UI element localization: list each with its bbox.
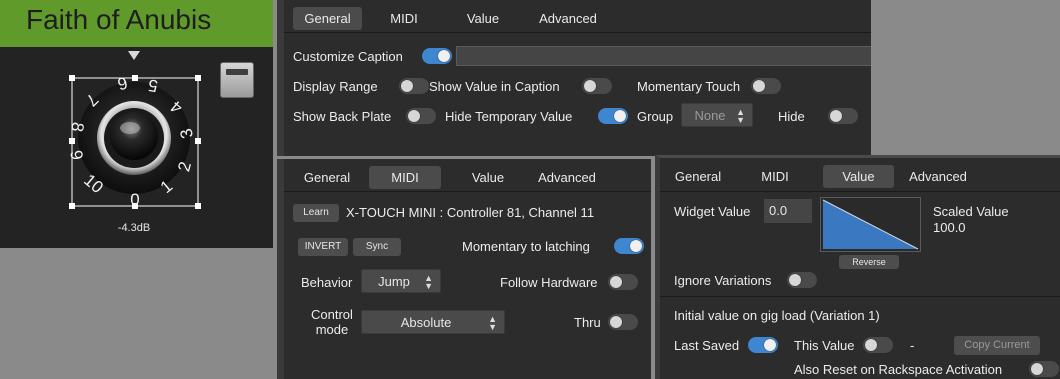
invert-button[interactable]: INVERT bbox=[298, 238, 348, 256]
copy-current-button[interactable]: Copy Current bbox=[954, 336, 1040, 355]
knob-caption: Faith of Anubis bbox=[26, 4, 212, 35]
knob-value-readout: -4.3dB bbox=[117, 222, 151, 234]
tab-value[interactable]: Value bbox=[462, 166, 514, 189]
control-mode-label: Control mode bbox=[311, 307, 353, 337]
control-mode-label-line1: Control bbox=[311, 307, 353, 322]
general-properties-panel: General MIDI Value Advanced Customize Ca… bbox=[277, 0, 871, 156]
updown-arrows-icon: ▲ ▼ bbox=[736, 107, 745, 125]
tab-advanced[interactable]: Advanced bbox=[905, 165, 971, 188]
tab-midi[interactable]: MIDI bbox=[755, 165, 795, 188]
reverse-button[interactable]: Reverse bbox=[839, 255, 899, 269]
knob-cap bbox=[110, 112, 158, 160]
tab-general[interactable]: General bbox=[300, 166, 354, 189]
display-range-label: Display Range bbox=[293, 79, 378, 94]
tab-bar: General MIDI Value Advanced bbox=[284, 159, 651, 192]
behavior-dropdown-value: Jump bbox=[378, 274, 410, 289]
momentary-touch-toggle[interactable] bbox=[751, 78, 781, 94]
tab-advanced[interactable]: Advanced bbox=[535, 7, 601, 30]
scale-label-0: 0 bbox=[130, 190, 139, 209]
show-back-plate-toggle[interactable] bbox=[406, 108, 436, 124]
initial-value-label: Initial value on gig load (Variation 1) bbox=[674, 308, 880, 323]
also-reset-toggle[interactable] bbox=[1029, 361, 1059, 377]
midi-properties-panel: General MIDI Value Advanced Learn X-TOUC… bbox=[277, 159, 651, 379]
value-properties-panel: General MIDI Value Advanced Widget Value… bbox=[655, 155, 1060, 379]
control-mode-dropdown-value: Absolute bbox=[400, 315, 452, 330]
tab-midi[interactable]: MIDI bbox=[369, 166, 441, 189]
control-mode-label-line2: mode bbox=[315, 322, 349, 337]
sync-button[interactable]: Sync bbox=[353, 238, 401, 256]
widget-value-field[interactable]: 0.0 bbox=[764, 199, 812, 223]
group-label: Group bbox=[637, 109, 674, 124]
momentary-touch-label: Momentary Touch bbox=[637, 79, 741, 94]
this-value-display: - bbox=[910, 338, 915, 353]
tab-advanced[interactable]: Advanced bbox=[534, 166, 600, 189]
scale-label-1: 1 bbox=[157, 176, 176, 197]
widget-value-label: Widget Value bbox=[674, 204, 751, 219]
hide-temporary-value-toggle[interactable] bbox=[598, 108, 628, 124]
group-dropdown-value: None bbox=[694, 108, 726, 123]
scaled-value-label: Scaled Value bbox=[933, 204, 1009, 219]
scale-label-8: 8 bbox=[67, 121, 87, 134]
learn-button[interactable]: Learn bbox=[293, 204, 339, 222]
hide-temporary-value-label: Hide Temporary Value bbox=[445, 109, 573, 124]
momentary-to-latching-label: Momentary to latching bbox=[462, 239, 590, 254]
ignore-variations-label: Ignore Variations bbox=[674, 273, 772, 288]
knob-highlight bbox=[120, 122, 140, 134]
last-saved-toggle[interactable] bbox=[748, 337, 778, 353]
tab-general[interactable]: General bbox=[670, 165, 726, 188]
section-divider bbox=[660, 296, 1060, 297]
value-curve-graph[interactable] bbox=[820, 197, 921, 252]
tab-general[interactable]: General bbox=[293, 7, 362, 30]
updown-arrows-icon: ▲ ▼ bbox=[488, 314, 497, 332]
knob-control[interactable]: 0 1 2 3 4 5 6 7 8 9 10 bbox=[62, 48, 210, 212]
knob-widget-panel: Faith of Anubis 0 1 2 3 4 5 6 7 8 9 10 -… bbox=[0, 0, 273, 248]
thru-toggle[interactable] bbox=[608, 314, 638, 330]
control-mode-dropdown[interactable]: Absolute ▲ ▼ bbox=[361, 310, 505, 334]
midi-assignment-text: X-TOUCH MINI : Controller 81, Channel 11 bbox=[346, 205, 595, 220]
group-dropdown[interactable]: None ▲ ▼ bbox=[681, 103, 753, 127]
tab-bar: General MIDI Value Advanced bbox=[660, 158, 1060, 192]
momentary-to-latching-toggle[interactable] bbox=[614, 238, 644, 254]
scaled-value: 100.0 bbox=[933, 220, 966, 235]
knob-caption-bar: Faith of Anubis bbox=[0, 0, 273, 47]
tab-bar: General MIDI Value Advanced bbox=[284, 0, 871, 33]
hide-toggle[interactable] bbox=[828, 108, 858, 124]
back-plate-icon[interactable] bbox=[220, 62, 254, 98]
thru-label: Thru bbox=[574, 315, 601, 330]
ignore-variations-toggle[interactable] bbox=[787, 272, 817, 288]
follow-hardware-toggle[interactable] bbox=[608, 274, 638, 290]
this-value-toggle[interactable] bbox=[863, 337, 893, 353]
behavior-label: Behavior bbox=[301, 275, 353, 290]
this-value-label: This Value bbox=[794, 338, 855, 353]
follow-hardware-label: Follow Hardware bbox=[500, 275, 598, 290]
caption-input[interactable] bbox=[456, 46, 871, 66]
updown-arrows-icon: ▲ ▼ bbox=[424, 273, 433, 291]
display-range-toggle[interactable] bbox=[399, 78, 429, 94]
show-value-in-caption-toggle[interactable] bbox=[582, 78, 612, 94]
also-reset-label: Also Reset on Rackspace Activation bbox=[794, 362, 1003, 377]
pointer-marker bbox=[128, 51, 140, 60]
customize-caption-label: Customize Caption bbox=[293, 49, 403, 64]
show-value-in-caption-label: Show Value in Caption bbox=[429, 79, 560, 94]
customize-caption-toggle[interactable] bbox=[422, 48, 452, 64]
show-back-plate-label: Show Back Plate bbox=[293, 109, 392, 124]
behavior-dropdown[interactable]: Jump ▲ ▼ bbox=[361, 269, 441, 293]
last-saved-label: Last Saved bbox=[674, 338, 740, 353]
tab-midi[interactable]: MIDI bbox=[382, 7, 426, 30]
hide-label: Hide bbox=[778, 109, 805, 124]
tab-value[interactable]: Value bbox=[823, 165, 894, 188]
tab-value[interactable]: Value bbox=[459, 7, 507, 30]
